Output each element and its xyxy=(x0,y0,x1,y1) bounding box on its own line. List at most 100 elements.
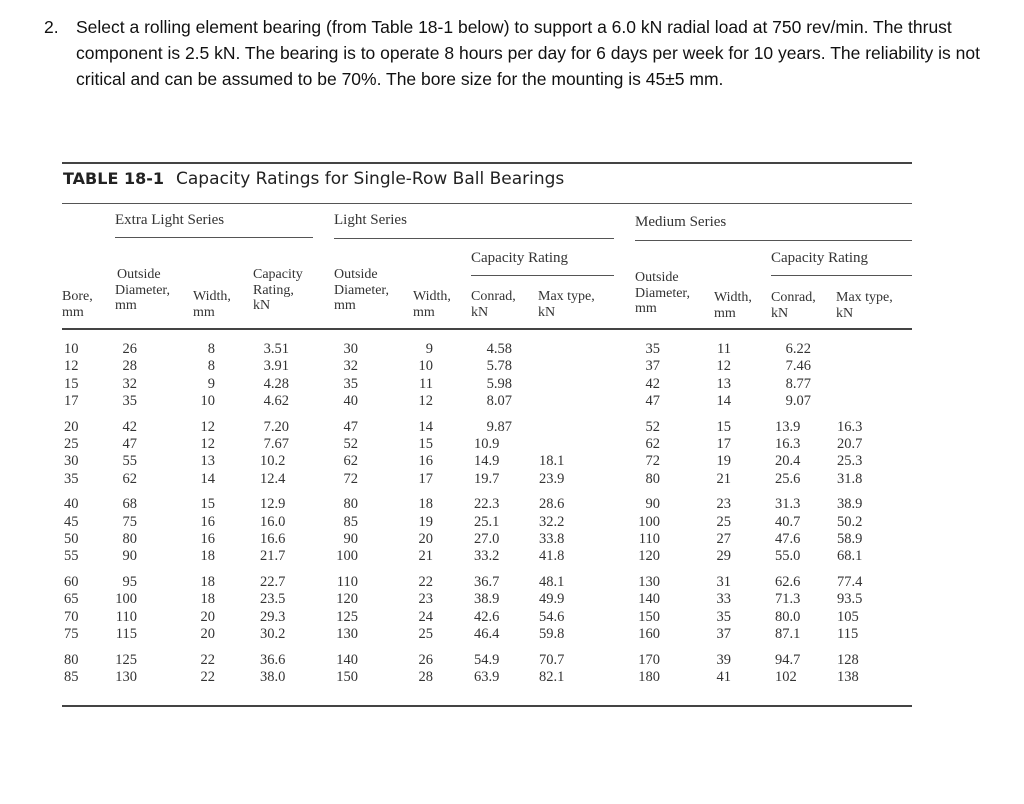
cell-el-od: 75 xyxy=(122,513,138,530)
cell-l-od: 140 xyxy=(336,651,358,668)
cell-el-cap: 38.0 xyxy=(260,669,286,686)
medium-capacity-rating-group: Capacity Rating xyxy=(771,250,869,266)
cell-m-conrad: 7.46 xyxy=(785,358,811,375)
cell-m-od: 110 xyxy=(638,531,660,547)
cell-l-conrad: 38.9 xyxy=(474,591,500,608)
cell-el-cap: 3.51 xyxy=(263,341,289,357)
header-line: Width, xyxy=(413,289,451,304)
cell-m-width: 25 xyxy=(716,513,732,530)
cell-l-width: 22 xyxy=(418,574,434,591)
cell-el-cap: 36.6 xyxy=(260,651,286,668)
cell-el-od: 42 xyxy=(122,418,138,435)
cell-l-max: 54.6 xyxy=(539,608,565,625)
cell-l-od: 35 xyxy=(343,375,359,392)
table-bottom-rule xyxy=(62,705,912,707)
header-m-conrad: Conrad, kN xyxy=(771,290,816,321)
cell-m-max: 25.3 xyxy=(837,453,863,470)
header-line: mm xyxy=(62,304,84,320)
header-l-max-type: Max type, kN xyxy=(538,289,595,320)
cell-l-conrad: 36.7 xyxy=(474,574,500,591)
cell-el-cap: 4.28 xyxy=(263,375,289,392)
cell-m-conrad: 80.0 xyxy=(775,608,801,625)
cell-l-max: 18.1 xyxy=(539,453,565,470)
question-text: Select a rolling element bearing (from T… xyxy=(76,17,981,89)
cell-m-max: 68.1 xyxy=(837,548,863,565)
cell-el-od: 90 xyxy=(122,548,138,565)
cell-el-od: 125 xyxy=(115,651,137,668)
cell-el-od: 130 xyxy=(115,669,137,686)
cell-el-width: 18 xyxy=(200,591,216,608)
cell-l-conrad: 54.9 xyxy=(474,651,500,668)
header-line: Max type, xyxy=(836,290,893,305)
cell-m-width: 13 xyxy=(716,375,732,392)
header-line: mm xyxy=(635,301,657,316)
cell-el-cap: 21.7 xyxy=(260,548,286,565)
cell-l-max: 28.6 xyxy=(539,496,565,513)
cell-m-width: 14 xyxy=(716,392,732,409)
table-caption: TABLE 18-1 Capacity Ratings for Single-Ro… xyxy=(63,169,564,189)
cell-l-width: 16 xyxy=(418,453,434,470)
cell-m-max: 128 xyxy=(837,651,859,668)
header-m-outside-diameter: Outside Diameter, mm xyxy=(635,270,690,317)
cell-m-width: 17 xyxy=(716,436,732,452)
cell-el-width: 8 xyxy=(207,341,215,357)
cell-el-cap: 7.67 xyxy=(263,436,289,452)
cell-bore: 17 xyxy=(64,392,79,409)
cell-m-conrad: 40.7 xyxy=(775,513,801,530)
cell-l-conrad: 10.9 xyxy=(474,436,500,452)
cell-l-od: 30 xyxy=(343,341,359,357)
cell-m-max: 77.4 xyxy=(837,574,863,591)
header-line: Outside xyxy=(334,267,378,282)
cell-m-width: 33 xyxy=(716,591,732,608)
header-l-conrad: Conrad, kN xyxy=(471,289,516,320)
header-line: Max type, xyxy=(538,289,595,304)
header-line: kN xyxy=(253,298,271,313)
cell-l-max: 41.8 xyxy=(539,548,565,565)
cell-m-od: 160 xyxy=(638,626,660,642)
cell-l-max: 82.1 xyxy=(539,669,565,686)
cell-l-max: 48.1 xyxy=(539,574,565,591)
cell-el-width: 20 xyxy=(200,626,216,642)
cell-l-width: 28 xyxy=(418,669,434,686)
cell-m-od: 130 xyxy=(638,574,660,591)
cell-bore: 15 xyxy=(64,375,79,392)
header-line: Rating, xyxy=(253,282,294,298)
cell-l-width: 19 xyxy=(418,513,434,530)
cell-m-od: 180 xyxy=(638,669,660,686)
cell-el-width: 12 xyxy=(200,436,216,452)
series-light: Light Series xyxy=(334,212,407,228)
cell-m-conrad: 71.3 xyxy=(775,591,801,608)
cell-el-width: 18 xyxy=(200,574,216,591)
cell-bore: 10 xyxy=(64,341,79,357)
cell-el-od: 35 xyxy=(122,392,138,409)
cell-el-cap: 7.20 xyxy=(263,418,289,435)
cell-l-width: 20 xyxy=(418,531,434,547)
cell-l-width: 15 xyxy=(418,436,434,452)
cell-l-max: 33.8 xyxy=(539,531,565,547)
cell-m-width: 29 xyxy=(716,548,732,565)
cell-el-width: 16 xyxy=(200,513,216,530)
header-line: Outside xyxy=(117,267,161,282)
cell-l-width: 12 xyxy=(418,392,434,409)
cell-el-od: 115 xyxy=(115,626,137,642)
header-line: kN xyxy=(471,304,489,320)
header-line: mm xyxy=(714,305,736,321)
cell-el-width: 8 xyxy=(207,358,215,375)
cell-m-conrad: 62.6 xyxy=(775,574,801,591)
cell-m-conrad: 20.4 xyxy=(775,453,801,470)
cell-m-width: 37 xyxy=(716,626,732,642)
cell-bore: 65 xyxy=(64,591,79,608)
cell-el-od: 95 xyxy=(122,574,138,591)
cell-l-width: 21 xyxy=(418,548,434,565)
cell-bore: 45 xyxy=(64,513,79,530)
cell-l-od: 80 xyxy=(343,496,359,513)
header-line: Width, xyxy=(714,290,752,305)
cell-m-width: 31 xyxy=(716,574,732,591)
cell-l-conrad: 25.1 xyxy=(474,513,500,530)
cell-l-conrad: 22.3 xyxy=(474,496,500,513)
cell-m-width: 35 xyxy=(716,608,732,625)
header-line: mm xyxy=(413,304,435,320)
cell-m-width: 23 xyxy=(716,496,732,513)
cell-el-width: 13 xyxy=(200,453,216,470)
cell-l-od: 32 xyxy=(343,358,359,375)
